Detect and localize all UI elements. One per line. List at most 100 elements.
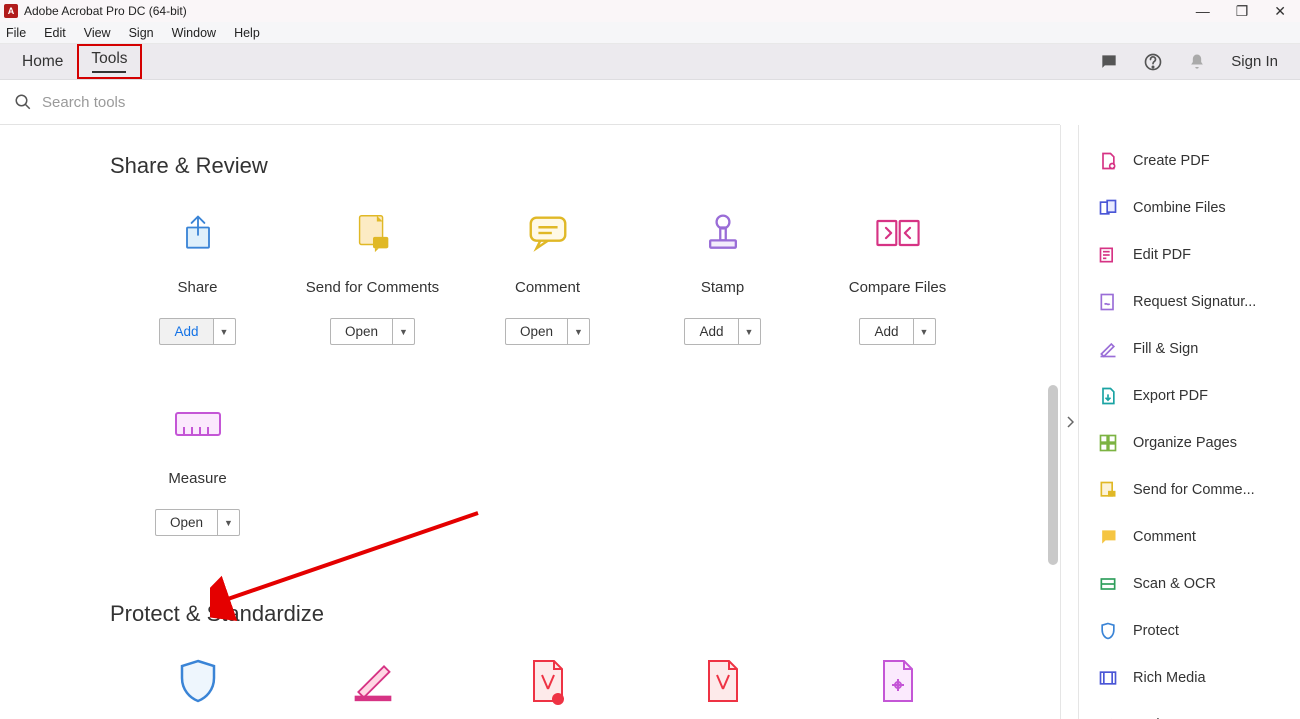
sidebar-item-label: Request Signatur...	[1133, 294, 1256, 310]
side-panel: Create PDF Combine Files Edit PDF Reques…	[1078, 125, 1300, 719]
sidebar-item-combine-files[interactable]: Combine Files	[1079, 184, 1300, 231]
tool-send-for-comments[interactable]: Send for Comments Open ▼	[285, 209, 460, 345]
export-pdf-icon	[1097, 385, 1119, 407]
search-input[interactable]	[42, 94, 1046, 111]
combine-files-icon	[1097, 197, 1119, 219]
sign-in-link[interactable]: Sign In	[1231, 53, 1278, 70]
tool-compare-files-dropdown[interactable]: ▼	[914, 318, 936, 345]
tool-share-button[interactable]: Add	[159, 318, 213, 345]
tool-stamp-dropdown[interactable]: ▼	[739, 318, 761, 345]
tool-send-for-comments-dropdown[interactable]: ▼	[393, 318, 415, 345]
menu-help[interactable]: Help	[234, 26, 260, 40]
protect-side-icon	[1097, 620, 1119, 642]
section-share-review-title: Share & Review	[110, 153, 1020, 179]
request-signatures-icon	[1097, 291, 1119, 313]
tool-compare-files[interactable]: Compare Files Add ▼	[810, 209, 985, 345]
sidebar-item-create-pdf[interactable]: Create PDF	[1079, 137, 1300, 184]
tool-pdf-red2[interactable]	[635, 657, 810, 719]
window-close-icon[interactable]: ✕	[1274, 3, 1286, 20]
menubar: File Edit View Sign Window Help	[0, 22, 1300, 44]
tool-measure-label: Measure	[168, 470, 226, 487]
rich-media-icon	[1097, 667, 1119, 689]
tool-comment-dropdown[interactable]: ▼	[568, 318, 590, 345]
tabbar: Home Tools Sign In	[0, 44, 1300, 80]
tool-measure-dropdown[interactable]: ▼	[218, 509, 240, 536]
send-comments-icon	[349, 209, 397, 257]
tool-stamp-button[interactable]: Add	[684, 318, 738, 345]
tool-pdf-red[interactable]: i	[460, 657, 635, 719]
sidebar-item-label: Scan & OCR	[1133, 576, 1216, 592]
edit-pdf-icon	[1097, 244, 1119, 266]
window-minimize-icon[interactable]: —	[1196, 3, 1210, 20]
sidebar-item-label: Organize Pages	[1133, 435, 1237, 451]
tool-redact-lower[interactable]	[285, 657, 460, 719]
sidebar-item-label: Send for Comme...	[1133, 482, 1255, 498]
tool-comment-label: Comment	[515, 279, 580, 296]
help-icon[interactable]	[1143, 52, 1163, 72]
tab-tools[interactable]: Tools	[77, 44, 141, 79]
sidebar-item-redact[interactable]: Redact	[1079, 701, 1300, 719]
create-pdf-icon	[1097, 150, 1119, 172]
tool-protect[interactable]	[110, 657, 285, 719]
menu-file[interactable]: File	[6, 26, 26, 40]
sidebar-item-label: Create PDF	[1133, 153, 1210, 169]
sidebar-item-label: Fill & Sign	[1133, 341, 1198, 357]
tab-home[interactable]: Home	[8, 47, 77, 77]
tool-stamp[interactable]: Stamp Add ▼	[635, 209, 810, 345]
pdf-red2-icon	[699, 657, 747, 705]
tool-send-for-comments-label: Send for Comments	[306, 279, 439, 296]
window-maximize-icon[interactable]: ❐	[1236, 3, 1249, 20]
sidebar-item-fill-sign[interactable]: Fill & Sign	[1079, 325, 1300, 372]
menu-view[interactable]: View	[84, 26, 111, 40]
sidebar-item-edit-pdf[interactable]: Edit PDF	[1079, 231, 1300, 278]
sidebar-item-label: Export PDF	[1133, 388, 1208, 404]
sidebar-item-label: Protect	[1133, 623, 1179, 639]
sidebar-item-label: Combine Files	[1133, 200, 1226, 216]
send-for-comments-side-icon	[1097, 479, 1119, 501]
protect-icon	[174, 657, 222, 705]
search-bar	[0, 80, 1060, 125]
menu-sign[interactable]: Sign	[129, 26, 154, 40]
pdf-purple-icon	[874, 657, 922, 705]
sidebar-item-label: Edit PDF	[1133, 247, 1191, 263]
tool-share[interactable]: Share Add ▼	[110, 209, 285, 345]
comment-icon	[524, 209, 572, 257]
window-title: Adobe Acrobat Pro DC (64-bit)	[24, 4, 187, 18]
window-titlebar: A Adobe Acrobat Pro DC (64-bit) — ❐ ✕	[0, 0, 1300, 22]
tool-measure-button[interactable]: Open	[155, 509, 218, 536]
redact-side-icon	[1097, 714, 1119, 719]
compare-files-icon	[874, 209, 922, 257]
sidebar-item-export-pdf[interactable]: Export PDF	[1079, 372, 1300, 419]
app-icon: A	[4, 4, 18, 18]
sidebar-item-label: Comment	[1133, 529, 1196, 545]
menu-window[interactable]: Window	[172, 26, 216, 40]
sidebar-item-organize-pages[interactable]: Organize Pages	[1079, 419, 1300, 466]
tool-compare-files-label: Compare Files	[849, 279, 947, 296]
tool-compare-files-button[interactable]: Add	[859, 318, 913, 345]
sidebar-item-comment[interactable]: Comment	[1079, 513, 1300, 560]
stamp-icon	[699, 209, 747, 257]
scrollbar[interactable]	[1048, 385, 1058, 565]
comment-side-icon	[1097, 526, 1119, 548]
sidebar-item-scan-ocr[interactable]: Scan & OCR	[1079, 560, 1300, 607]
tool-measure[interactable]: Measure Open ▼	[110, 400, 285, 536]
sidebar-item-send-for-comments[interactable]: Send for Comme...	[1079, 466, 1300, 513]
tool-share-label: Share	[177, 279, 217, 296]
pdf-red-icon: i	[524, 657, 572, 705]
tool-comment[interactable]: Comment Open ▼	[460, 209, 635, 345]
fill-sign-icon	[1097, 338, 1119, 360]
menu-edit[interactable]: Edit	[44, 26, 66, 40]
measure-icon	[174, 400, 222, 448]
share-icon	[174, 209, 222, 257]
tool-send-for-comments-button[interactable]: Open	[330, 318, 393, 345]
tool-share-dropdown[interactable]: ▼	[214, 318, 236, 345]
sidebar-item-rich-media[interactable]: Rich Media	[1079, 654, 1300, 701]
sidebar-item-request-signatures[interactable]: Request Signatur...	[1079, 278, 1300, 325]
sidebar-item-protect[interactable]: Protect	[1079, 607, 1300, 654]
tool-pdf-purple[interactable]	[810, 657, 985, 719]
bell-icon[interactable]	[1187, 52, 1207, 72]
side-expander[interactable]	[1060, 125, 1078, 719]
chat-icon[interactable]	[1099, 52, 1119, 72]
tools-main: Share & Review Share Add ▼ Send for Comm…	[0, 125, 1060, 719]
tool-comment-button[interactable]: Open	[505, 318, 568, 345]
